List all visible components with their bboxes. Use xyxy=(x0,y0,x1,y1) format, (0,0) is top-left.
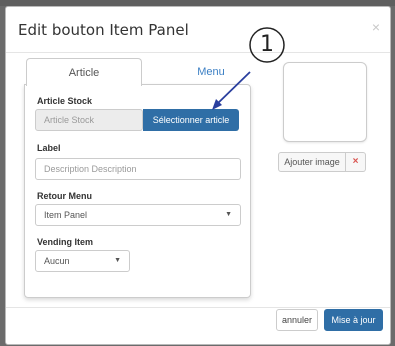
chevron-down-icon: ▼ xyxy=(225,211,232,218)
modal-header: Edit bouton Item Panel × xyxy=(6,7,390,53)
save-button[interactable]: Mise à jour xyxy=(324,309,383,331)
vending-item-select[interactable]: Aucun ▼ xyxy=(35,250,130,272)
label-input[interactable]: Description Description xyxy=(35,158,241,180)
article-stock-input[interactable]: Article Stock xyxy=(35,109,143,131)
modal-title: Edit bouton Item Panel xyxy=(18,21,189,39)
close-icon[interactable]: × xyxy=(372,19,380,35)
retour-menu-select[interactable]: Item Panel ▼ xyxy=(35,204,241,226)
select-article-button[interactable]: Sélectionner article xyxy=(143,109,239,131)
article-tab-panel: Article Stock Article Stock Sélectionner… xyxy=(24,84,251,298)
image-preview xyxy=(283,62,367,142)
remove-image-button[interactable]: × xyxy=(346,152,366,172)
label-field-label: Label xyxy=(37,143,61,153)
retour-menu-value: Item Panel xyxy=(44,210,88,220)
chevron-down-icon: ▼ xyxy=(114,257,121,264)
tab-bar: Article Menu xyxy=(26,58,256,86)
vending-item-label: Vending Item xyxy=(37,237,94,247)
tab-article[interactable]: Article xyxy=(26,58,142,86)
article-stock-label: Article Stock xyxy=(37,96,93,106)
annotation-number: 1 xyxy=(260,32,274,57)
vending-item-value: Aucun xyxy=(44,256,70,266)
add-image-button[interactable]: Ajouter image xyxy=(278,152,346,172)
cancel-button[interactable]: annuler xyxy=(276,309,318,331)
retour-menu-label: Retour Menu xyxy=(37,191,92,201)
tab-menu[interactable]: Menu xyxy=(166,58,256,86)
